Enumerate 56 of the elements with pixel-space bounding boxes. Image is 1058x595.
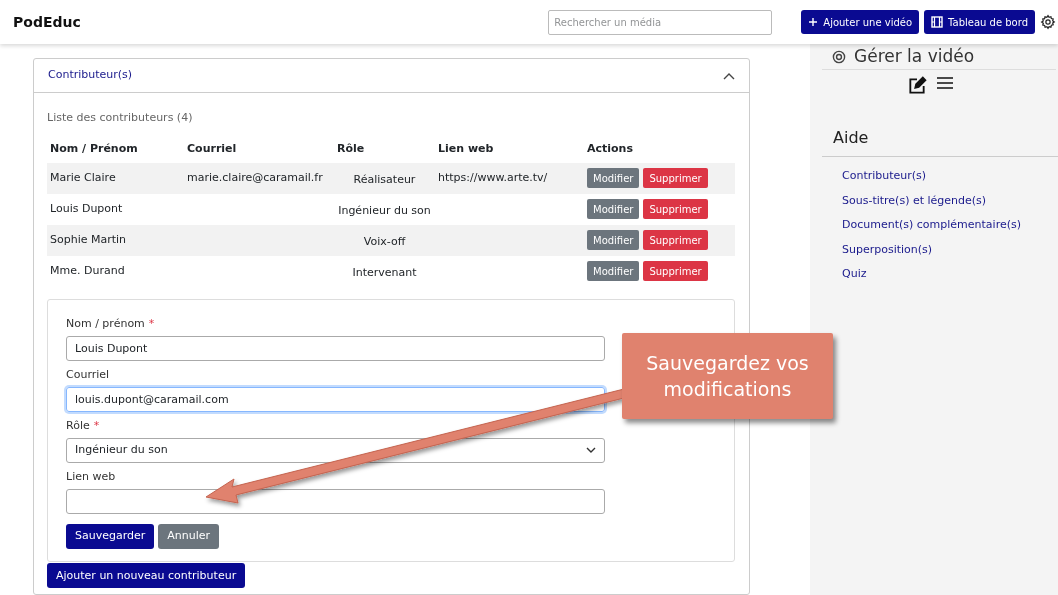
help-link[interactable]: Sous-titre(s) et légende(s): [842, 192, 987, 209]
chevron-down-icon: [586, 447, 596, 453]
table-cell: Voix-off: [334, 224, 435, 256]
table-cell: marie.claire@caramail.fr: [184, 162, 334, 194]
field-label: Rôle *: [66, 417, 101, 434]
chevron-icon[interactable]: [723, 71, 735, 80]
save-button[interactable]: Sauvegarder: [66, 523, 155, 549]
select-field[interactable]: Ingénieur du son: [66, 437, 605, 463]
column-header: Actions: [586, 141, 634, 158]
add-contributor-button[interactable]: Ajouter un nouveau contributeur: [47, 563, 246, 589]
column-header: Courriel: [186, 141, 238, 158]
sidebar-title: Gérer la vidéo: [854, 44, 975, 68]
help-link[interactable]: Document(s) complémentaire(s): [842, 217, 1022, 234]
column-header: Rôle: [336, 141, 366, 158]
edit-button[interactable]: Modifier: [587, 199, 640, 219]
edit-button[interactable]: Modifier: [587, 261, 640, 281]
input-field[interactable]: [66, 488, 605, 514]
section-header[interactable]: Contributeur(s): [34, 59, 749, 93]
delete-button[interactable]: Supprimer: [643, 168, 708, 188]
help-link[interactable]: Superposition(s): [842, 241, 933, 258]
field-label: Nom / prénom *: [66, 315, 156, 332]
input-field[interactable]: Louis Dupont: [66, 335, 605, 361]
delete-button[interactable]: Supprimer: [643, 230, 708, 250]
dashboard-button[interactable]: Tableau de bord: [924, 10, 1035, 34]
table-cell: Réalisateur: [334, 162, 435, 194]
field-label: Lien web: [66, 468, 117, 485]
site-logo[interactable]: PodEduc: [13, 11, 81, 33]
add-video-button[interactable]: Ajouter une vidéo: [801, 10, 920, 34]
delete-button[interactable]: Supprimer: [643, 199, 708, 219]
table-cell: Mme. Durand: [47, 255, 184, 287]
list-title: Liste des contributeurs (4): [47, 110, 194, 126]
table-cell: Intervenant: [334, 255, 435, 287]
table-cell: Louis Dupont: [47, 193, 184, 225]
sidebar-title: Aide: [822, 126, 1058, 157]
table-cell: https://www.arte.tv/: [435, 162, 584, 194]
section-title[interactable]: Contributeur(s): [48, 67, 133, 84]
settings-icon[interactable]: [1040, 14, 1056, 30]
edit-button[interactable]: Modifier: [587, 168, 640, 188]
column-header: Lien web: [437, 141, 495, 158]
callout: Sauvegardez vos modifications: [622, 333, 833, 419]
table-cell: Ingénieur du son: [334, 193, 435, 225]
cancel-button[interactable]: Annuler: [158, 523, 220, 549]
plus-icon: [808, 17, 819, 27]
film-icon: [931, 16, 944, 28]
help-link[interactable]: Contributeur(s): [842, 168, 927, 185]
table-cell: Sophie Martin: [47, 224, 184, 256]
field-label: Courriel: [66, 366, 111, 383]
menu-icon[interactable]: [937, 76, 953, 90]
edit-icon[interactable]: [907, 76, 927, 96]
search-field[interactable]: Rechercher un média: [548, 9, 773, 35]
help-link[interactable]: Quiz: [842, 266, 867, 283]
edit-button[interactable]: Modifier: [587, 230, 640, 250]
table-cell: Marie Claire: [47, 162, 184, 194]
delete-button[interactable]: Supprimer: [643, 261, 708, 281]
input-field[interactable]: louis.dupont@caramail.com: [66, 386, 605, 412]
column-header: Nom / Prénom: [49, 141, 139, 158]
